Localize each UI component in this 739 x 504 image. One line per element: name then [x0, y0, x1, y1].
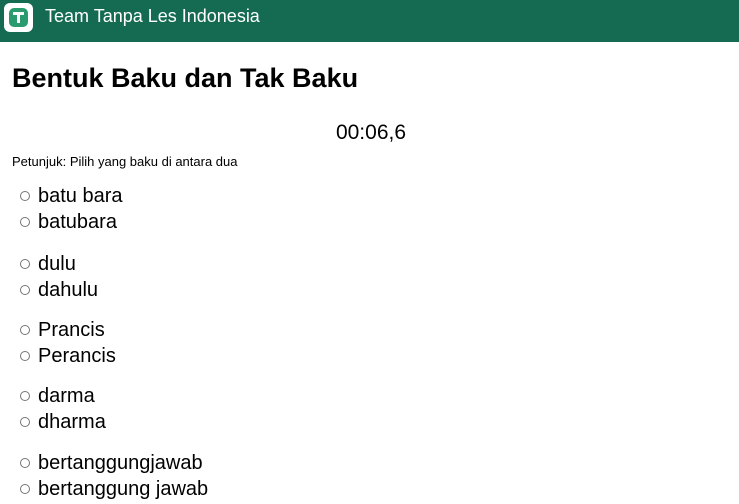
radio-button[interactable] [20, 391, 30, 401]
question-group-5: bertanggungjawab bertanggung jawab [20, 450, 208, 502]
radio-button[interactable] [20, 259, 30, 269]
radio-button[interactable] [20, 458, 30, 468]
t-logo-icon [4, 3, 33, 32]
timer: 00:06,6 [335, 121, 407, 144]
radio-button[interactable] [20, 285, 30, 295]
radio-button[interactable] [20, 325, 30, 335]
instruction-text: Petunjuk: Pilih yang baku di antara dua [12, 154, 238, 169]
question-group-2: dulu dahulu [20, 251, 98, 303]
radio-button[interactable] [20, 191, 30, 201]
question-group-1: batu bara batubara [20, 183, 123, 235]
radio-button[interactable] [20, 417, 30, 427]
option-label[interactable]: darma [38, 384, 95, 408]
question-group-3: Prancis Perancis [20, 317, 116, 369]
option-label[interactable]: dulu [38, 252, 76, 276]
option-radio[interactable]: Perancis [20, 343, 116, 369]
question-group-4: darma dharma [20, 383, 106, 435]
radio-button[interactable] [20, 351, 30, 361]
app-title: Team Tanpa Les Indonesia [45, 6, 260, 26]
option-label[interactable]: dahulu [38, 278, 98, 302]
option-label[interactable]: bertanggung jawab [38, 477, 208, 501]
option-radio[interactable]: batubara [20, 209, 123, 235]
option-label[interactable]: bertanggungjawab [38, 451, 203, 475]
option-radio[interactable]: darma [20, 383, 106, 409]
option-label[interactable]: dharma [38, 410, 106, 434]
option-label[interactable]: batubara [38, 210, 117, 234]
option-radio[interactable]: dharma [20, 409, 106, 435]
option-label[interactable]: Perancis [38, 344, 116, 368]
option-radio[interactable]: bertanggung jawab [20, 476, 208, 502]
option-radio[interactable]: bertanggungjawab [20, 450, 208, 476]
radio-button[interactable] [20, 484, 30, 494]
radio-button[interactable] [20, 217, 30, 227]
option-radio[interactable]: batu bara [20, 183, 123, 209]
option-radio[interactable]: Prancis [20, 317, 116, 343]
option-radio[interactable]: dulu [20, 251, 98, 277]
page-title: Bentuk Baku dan Tak Baku [12, 63, 359, 93]
option-label[interactable]: batu bara [38, 184, 123, 208]
option-radio[interactable]: dahulu [20, 277, 98, 303]
app-header: Team Tanpa Les Indonesia [0, 0, 739, 42]
option-label[interactable]: Prancis [38, 318, 105, 342]
